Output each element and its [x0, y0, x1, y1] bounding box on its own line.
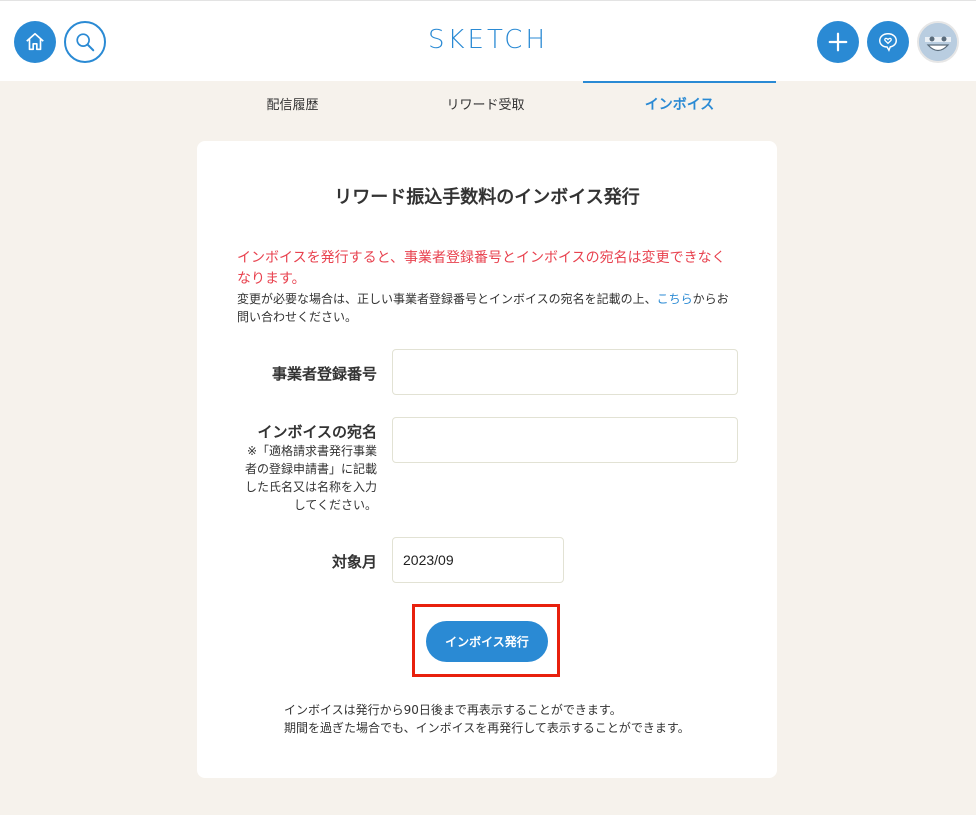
note-line-2: 問い合わせください。: [237, 310, 358, 324]
hint-line-2: 者の登録申請書」に記載: [244, 462, 377, 476]
tab-invoice[interactable]: インボイス: [583, 81, 776, 125]
issue-invoice-button[interactable]: インボイス発行: [426, 621, 548, 662]
tab-reward-receipt[interactable]: リワード受取: [389, 81, 582, 125]
footer-line-2: 期間を過ぎた場合でも、インボイスを再発行して表示することができます。: [284, 721, 690, 735]
warning-line-2: なります。: [237, 271, 306, 287]
plus-icon: [828, 32, 848, 52]
heart-speech-bubble-icon: [879, 33, 897, 52]
registration-number-input[interactable]: [392, 349, 738, 395]
add-button[interactable]: [817, 21, 859, 63]
warning-message: インボイスを発行すると、事業者登録番号とインボイスの宛名は変更できなく なります…: [237, 248, 737, 290]
hint-line-3: した氏名又は名称を入力: [244, 480, 377, 494]
invoice-addressee-label: インボイスの宛名: [257, 423, 377, 441]
message-button[interactable]: [867, 21, 909, 63]
invoice-addressee-input[interactable]: [392, 417, 738, 463]
avatar[interactable]: [917, 21, 959, 63]
hint-line-1: ※「適格請求書発行事業: [246, 444, 377, 458]
top-header: SKETCH: [0, 0, 976, 81]
avatar-face-icon: [919, 23, 957, 61]
change-note: 変更が必要な場合は、正しい事業者登録番号とインボイスの宛名を記載の上、こちらから…: [237, 290, 737, 326]
registration-number-label: 事業者登録番号: [271, 365, 377, 383]
invoice-card: リワード振込手数料のインボイス発行 インボイスを発行すると、事業者登録番号とイン…: [197, 141, 777, 778]
reissue-note: インボイスは発行から90日後まで再表示することができます。 期間を過ぎた場合でも…: [284, 701, 744, 737]
warning-line-1: インボイスを発行すると、事業者登録番号とインボイスの宛名は変更できなく: [237, 250, 726, 266]
card-title: リワード振込手数料のインボイス発行: [334, 187, 640, 208]
note-text: 変更が必要な場合は、正しい事業者登録番号とインボイスの宛名を記載の上、: [237, 292, 657, 306]
hint-line-4: してください。: [293, 498, 377, 512]
target-month-field[interactable]: 2023/09: [392, 537, 564, 583]
note-line-1: 変更が必要な場合は、正しい事業者登録番号とインボイスの宛名を記載の上、こちらから…: [237, 290, 737, 308]
invoice-addressee-hint: ※「適格請求書発行事業 者の登録申請書」に記載 した氏名又は名称を入力 してくだ…: [237, 442, 377, 514]
tab-delivery-history[interactable]: 配信履歴: [196, 81, 389, 125]
tab-bar: 配信履歴 リワード受取 インボイス: [196, 81, 776, 125]
contact-link[interactable]: こちら: [657, 292, 693, 306]
target-month-label: 対象月: [331, 553, 377, 571]
footer-line-1: インボイスは発行から90日後まで再表示することができます。: [284, 703, 622, 717]
note-text-after: からお: [692, 292, 729, 306]
